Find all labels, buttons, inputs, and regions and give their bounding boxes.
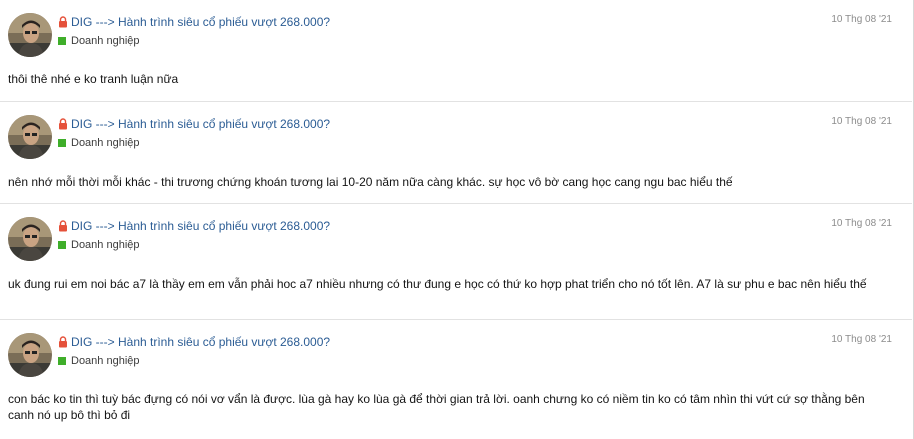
- thread-title-line: DIG ---> Hành trình siêu cổ phiếu vượt 2…: [58, 218, 892, 234]
- thread-title-link[interactable]: DIG ---> Hành trình siêu cổ phiếu vượt 2…: [71, 116, 330, 132]
- forum-badge-icon: [58, 139, 66, 147]
- thread-title-line: DIG ---> Hành trình siêu cổ phiếu vượt 2…: [58, 116, 892, 132]
- forum-link[interactable]: Doanh nghiệp: [71, 135, 140, 151]
- avatar-image: [8, 217, 52, 261]
- post-header: DIG ---> Hành trình siêu cổ phiếu vượt 2…: [58, 218, 892, 253]
- post-date: 10 Thg 08 '21: [831, 116, 892, 127]
- search-results-list: DIG ---> Hành trình siêu cổ phiếu vượt 2…: [0, 0, 914, 439]
- forum-link[interactable]: Doanh nghiệp: [71, 237, 140, 253]
- forum-line: Doanh nghiệp: [58, 135, 892, 151]
- avatar-image: [8, 13, 52, 57]
- post-date: 10 Thg 08 '21: [831, 14, 892, 25]
- lock-icon: [59, 220, 67, 232]
- post-header: DIG ---> Hành trình siêu cổ phiếu vượt 2…: [58, 334, 892, 369]
- avatar[interactable]: [8, 13, 52, 57]
- thread-title-link[interactable]: DIG ---> Hành trình siêu cổ phiếu vượt 2…: [71, 218, 330, 234]
- list-item: DIG ---> Hành trình siêu cổ phiếu vượt 2…: [0, 204, 912, 320]
- forum-line: Doanh nghiệp: [58, 237, 892, 253]
- avatar[interactable]: [8, 115, 52, 159]
- post-snippet[interactable]: thôi thê nhé e ko tranh luận nữa: [8, 71, 892, 87]
- forum-link[interactable]: Doanh nghiệp: [71, 353, 140, 369]
- thread-title-link[interactable]: DIG ---> Hành trình siêu cổ phiếu vượt 2…: [71, 334, 330, 350]
- lock-icon: [59, 336, 67, 348]
- lock-icon: [59, 16, 67, 28]
- list-item: DIG ---> Hành trình siêu cổ phiếu vượt 2…: [0, 102, 912, 204]
- lock-icon: [59, 118, 67, 130]
- post-snippet[interactable]: con bác ko tin thì tuỳ bác đựng có nói v…: [8, 391, 892, 423]
- thread-title-link[interactable]: DIG ---> Hành trình siêu cổ phiếu vượt 2…: [71, 14, 330, 30]
- post-header: DIG ---> Hành trình siêu cổ phiếu vượt 2…: [58, 14, 892, 49]
- list-item: DIG ---> Hành trình siêu cổ phiếu vượt 2…: [0, 0, 912, 102]
- forum-line: Doanh nghiệp: [58, 33, 892, 49]
- thread-title-line: DIG ---> Hành trình siêu cổ phiếu vượt 2…: [58, 334, 892, 350]
- post-date: 10 Thg 08 '21: [831, 334, 892, 345]
- thread-title-line: DIG ---> Hành trình siêu cổ phiếu vượt 2…: [58, 14, 892, 30]
- forum-link[interactable]: Doanh nghiệp: [71, 33, 140, 49]
- forum-badge-icon: [58, 241, 66, 249]
- forum-badge-icon: [58, 357, 66, 365]
- avatar[interactable]: [8, 333, 52, 377]
- avatar[interactable]: [8, 217, 52, 261]
- post-header: DIG ---> Hành trình siêu cổ phiếu vượt 2…: [58, 116, 892, 151]
- post-snippet[interactable]: nên nhớ mỗi thời mỗi khác - thi trương c…: [8, 174, 892, 190]
- forum-line: Doanh nghiệp: [58, 353, 892, 369]
- avatar-image: [8, 115, 52, 159]
- list-item: DIG ---> Hành trình siêu cổ phiếu vượt 2…: [0, 320, 912, 439]
- avatar-image: [8, 333, 52, 377]
- forum-badge-icon: [58, 37, 66, 45]
- post-snippet[interactable]: uk đung rui em noi bác a7 là thầy em em …: [8, 276, 892, 292]
- post-date: 10 Thg 08 '21: [831, 218, 892, 229]
